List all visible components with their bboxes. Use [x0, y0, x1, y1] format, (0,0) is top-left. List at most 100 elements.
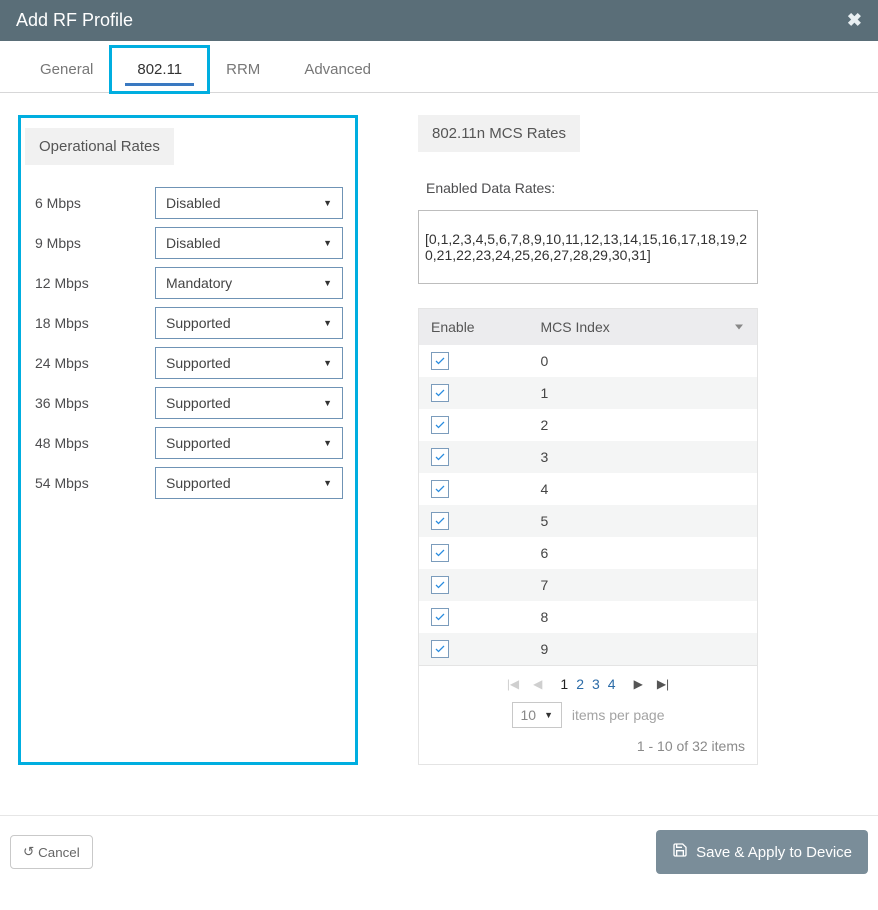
rate-select[interactable]: Supported▼: [155, 387, 343, 419]
tab-80211[interactable]: 802.11: [115, 47, 204, 92]
chevron-down-icon: ▼: [323, 438, 332, 448]
rate-row: 54 Mbps Supported ▼: [25, 467, 343, 499]
page-number[interactable]: 1: [556, 676, 572, 692]
save-icon: [672, 842, 688, 862]
mcs-index-cell: 0: [529, 345, 758, 377]
rate-label: 6 Mbps: [25, 195, 155, 211]
chevron-down-icon: ▼: [323, 278, 332, 288]
section-title: Operational Rates: [25, 128, 174, 165]
col-enable[interactable]: Enable: [419, 309, 529, 346]
table-row: 0: [419, 345, 758, 377]
close-icon[interactable]: ✖: [847, 10, 862, 31]
rate-label: 48 Mbps: [25, 435, 155, 451]
pager-next-icon[interactable]: ▶: [634, 677, 643, 691]
table-row: 5: [419, 505, 758, 537]
table-row: 3: [419, 441, 758, 473]
rate-label: 24 Mbps: [25, 355, 155, 371]
mcs-table: Enable MCS Index 0123456789: [418, 308, 758, 666]
rate-select[interactable]: Disabled ▼: [155, 187, 343, 219]
modal-title: Add RF Profile: [16, 10, 133, 31]
tab-rrm[interactable]: RRM: [204, 47, 282, 92]
enable-checkbox[interactable]: [431, 544, 449, 562]
tab-label: General: [40, 61, 93, 78]
mcs-index-cell: 3: [529, 441, 758, 473]
chevron-down-icon: ▼: [323, 318, 332, 328]
items-per-page-select[interactable]: 10 ▼: [512, 702, 563, 728]
select-value: Disabled: [166, 235, 220, 251]
section-title: 802.11n MCS Rates: [418, 115, 580, 152]
pager-last-icon[interactable]: ▶|: [657, 677, 669, 691]
table-row: 6: [419, 537, 758, 569]
rate-label: 36 Mbps: [25, 395, 155, 411]
enable-checkbox[interactable]: [431, 576, 449, 594]
rate-select[interactable]: Supported▼: [155, 347, 343, 379]
select-value: Supported: [166, 475, 231, 491]
rate-select[interactable]: Supported ▼: [155, 467, 343, 499]
enable-checkbox[interactable]: [431, 512, 449, 530]
enable-checkbox[interactable]: [431, 640, 449, 658]
mcs-index-cell: 6: [529, 537, 758, 569]
mcs-index-cell: 4: [529, 473, 758, 505]
ipp-label: items per page: [572, 707, 665, 723]
enable-checkbox[interactable]: [431, 448, 449, 466]
enable-checkbox[interactable]: [431, 352, 449, 370]
modal-footer: ↺ Cancel Save & Apply to Device: [0, 815, 878, 888]
chevron-down-icon: ▼: [323, 238, 332, 248]
tab-label: 802.11: [137, 61, 182, 78]
pager-numbers: 1234: [556, 676, 619, 692]
rate-label: 18 Mbps: [25, 315, 155, 331]
operational-rates-panel: Operational Rates 6 MbpsDisabled▼9 MbpsD…: [18, 115, 358, 765]
enable-checkbox[interactable]: [431, 608, 449, 626]
chevron-down-icon: ▼: [544, 710, 553, 720]
enable-checkbox[interactable]: [431, 480, 449, 498]
mcs-panel: 802.11n MCS Rates Enabled Data Rates: [0…: [418, 115, 758, 765]
table-row: 9: [419, 633, 758, 666]
select-value: Mandatory: [166, 275, 232, 291]
rate-select[interactable]: Mandatory ▼: [155, 267, 343, 299]
mcs-index-cell: 7: [529, 569, 758, 601]
enable-checkbox[interactable]: [431, 384, 449, 402]
page-number[interactable]: 2: [572, 676, 588, 692]
tab-label: RRM: [226, 61, 260, 78]
mcs-index-cell: 8: [529, 601, 758, 633]
rate-select[interactable]: Supported ▼: [155, 427, 343, 459]
chevron-down-icon: ▼: [323, 478, 332, 488]
rate-select[interactable]: Disabled ▼: [155, 227, 343, 259]
pager: |◀ ◀ 1234 ▶ ▶| 10 ▼ items per page 1 - 1…: [418, 666, 758, 765]
table-row: 7: [419, 569, 758, 601]
chevron-down-icon: ▼: [323, 358, 332, 368]
table-row: 8: [419, 601, 758, 633]
select-value: Disabled: [166, 195, 220, 211]
rate-select[interactable]: Supported ▼: [155, 307, 343, 339]
rate-row: 12 MbpsMandatory▼: [25, 267, 343, 299]
pager-prev-icon[interactable]: ◀: [533, 677, 542, 691]
mcs-index-cell: 9: [529, 633, 758, 666]
cancel-button[interactable]: ↺ Cancel: [10, 835, 93, 869]
button-label: Save & Apply to Device: [696, 844, 852, 861]
chevron-down-icon: ▼: [323, 198, 332, 208]
tab-general[interactable]: General: [18, 47, 115, 92]
enable-checkbox[interactable]: [431, 416, 449, 434]
select-value: Supported: [166, 395, 231, 411]
tab-label: Advanced: [304, 61, 371, 78]
undo-icon: ↺: [23, 844, 34, 860]
col-mcs-index[interactable]: MCS Index: [529, 309, 758, 346]
select-value: Supported: [166, 435, 231, 451]
rate-label: 54 Mbps: [25, 475, 155, 491]
save-apply-button[interactable]: Save & Apply to Device: [656, 830, 868, 874]
rate-row: 18 Mbps Supported ▼: [25, 307, 343, 339]
pager-first-icon[interactable]: |◀: [507, 677, 519, 691]
button-label: Cancel: [38, 845, 80, 860]
ipp-value: 10: [521, 707, 537, 723]
rate-row: 48 Mbps Supported ▼: [25, 427, 343, 459]
pager-range: 1 - 10 of 32 items: [431, 738, 745, 754]
select-value: Supported: [166, 315, 231, 331]
modal-header: Add RF Profile ✖: [0, 0, 878, 41]
rate-row: 24 MbpsSupported▼: [25, 347, 343, 379]
rate-row: 36 MbpsSupported▼: [25, 387, 343, 419]
page-number[interactable]: 4: [604, 676, 620, 692]
mcs-index-cell: 5: [529, 505, 758, 537]
tab-bar: General 802.11 RRM Advanced: [0, 47, 878, 93]
page-number[interactable]: 3: [588, 676, 604, 692]
tab-advanced[interactable]: Advanced: [282, 47, 393, 92]
